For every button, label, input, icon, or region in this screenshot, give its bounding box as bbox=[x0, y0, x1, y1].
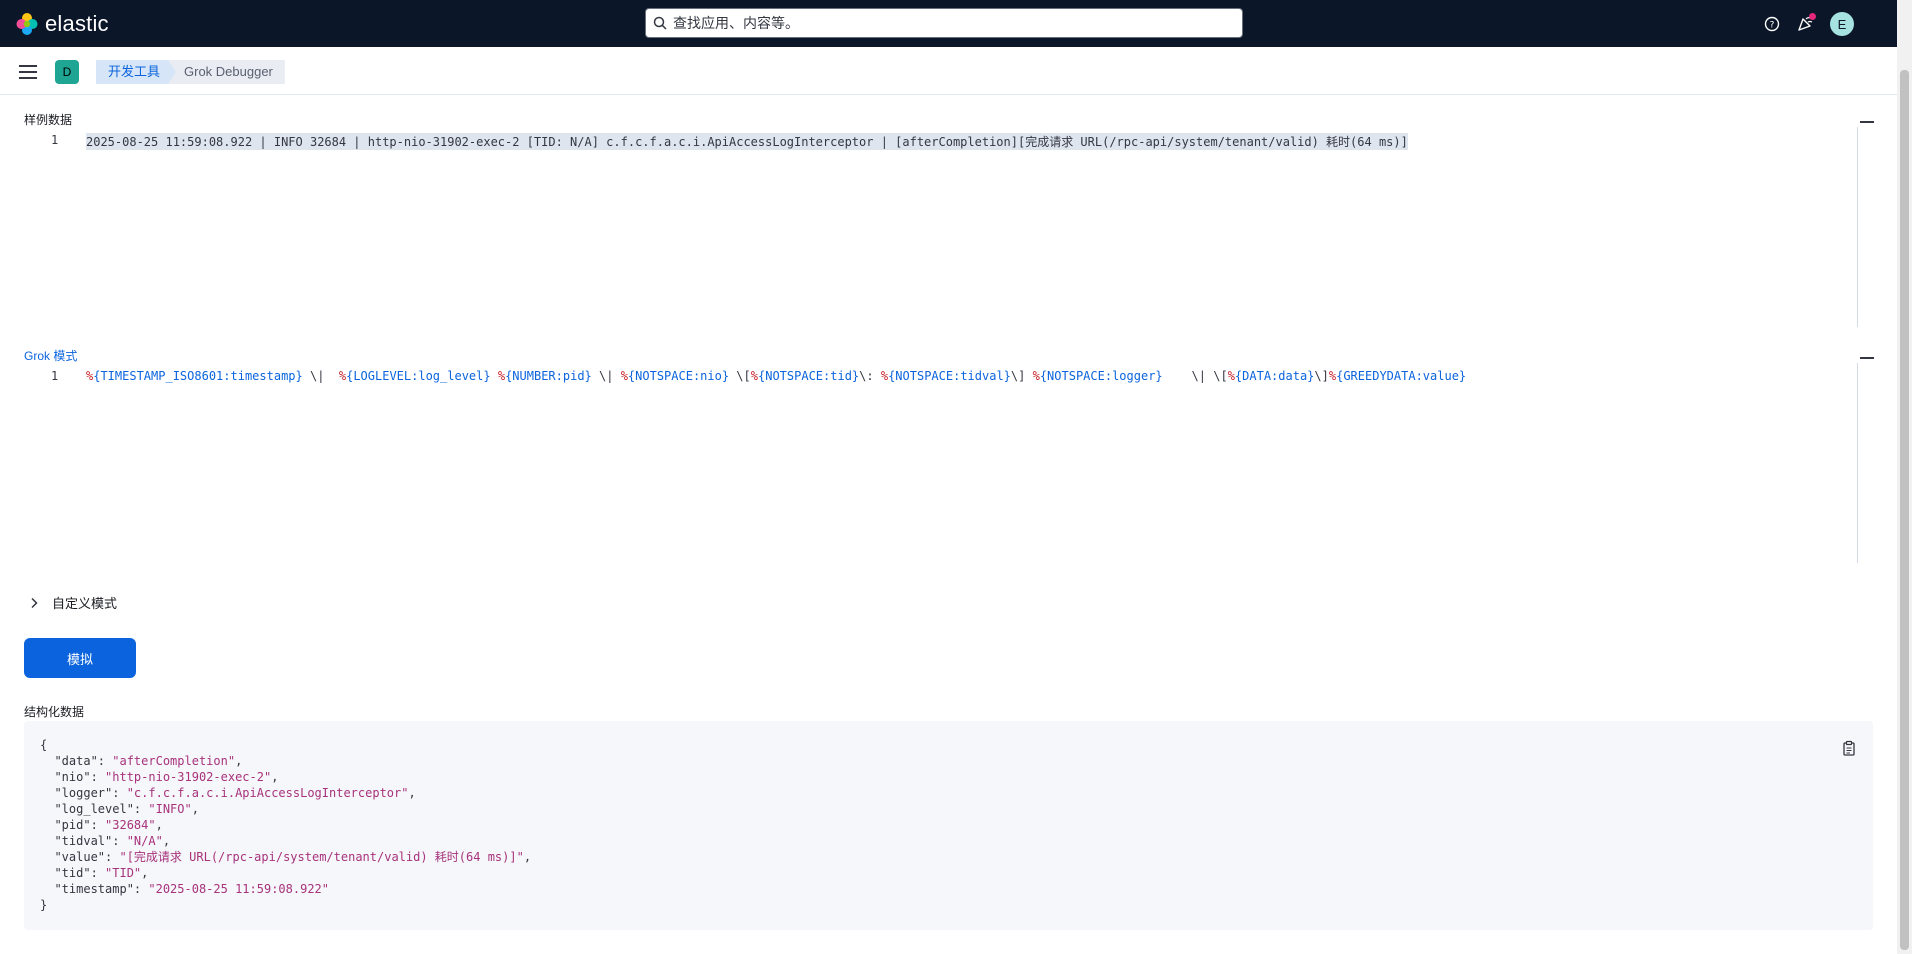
sample-data-editor[interactable]: 1 2025-08-25 11:59:08.922 | INFO 32684 |… bbox=[24, 121, 1874, 328]
elastic-logo[interactable]: elastic bbox=[15, 11, 109, 37]
json-field-tid: "tid": "TID", bbox=[40, 866, 149, 880]
structured-data-output: { "data": "afterCompletion", "nio": "htt… bbox=[24, 721, 1873, 930]
editor-marker bbox=[1860, 121, 1874, 123]
line-number: 1 bbox=[51, 133, 59, 147]
scrollbar-thumb[interactable] bbox=[1900, 70, 1909, 950]
json-output: { "data": "afterCompletion", "nio": "htt… bbox=[40, 738, 532, 912]
line-number: 1 bbox=[51, 369, 59, 383]
copy-icon[interactable] bbox=[1841, 740, 1857, 756]
logo-text: elastic bbox=[45, 11, 109, 36]
json-field-pid: "pid": "32684", bbox=[40, 818, 163, 832]
chevron-right-icon bbox=[31, 597, 38, 608]
elastic-logo-icon bbox=[16, 13, 38, 35]
sub-header: D 开发工具 Grok Debugger bbox=[0, 47, 1897, 95]
json-field-timestamp: "timestamp": "2025-08-25 11:59:08.922" bbox=[40, 882, 329, 896]
json-field-data: "data": "afterCompletion", bbox=[40, 754, 243, 768]
newsfeed-button[interactable] bbox=[1796, 13, 1816, 33]
user-avatar[interactable]: E bbox=[1830, 12, 1854, 36]
json-field-tidval: "tidval": "N/A", bbox=[40, 834, 171, 848]
sample-data-label: 样例数据 bbox=[24, 113, 73, 127]
space-avatar[interactable]: D bbox=[55, 60, 79, 84]
search-icon bbox=[653, 16, 667, 30]
custom-patterns-label: 自定义模式 bbox=[52, 596, 118, 611]
json-field-log_level: "log_level": "INFO", bbox=[40, 802, 199, 816]
header-actions: ? E bbox=[1764, 12, 1854, 36]
custom-patterns-toggle[interactable]: 自定义模式 bbox=[28, 593, 117, 612]
simulate-button[interactable]: 模拟 bbox=[24, 638, 136, 678]
search-input[interactable] bbox=[671, 14, 1235, 32]
breadcrumb-dev-tools[interactable]: 开发工具 bbox=[96, 60, 178, 84]
sample-data-line[interactable]: 2025-08-25 11:59:08.922 | INFO 32684 | h… bbox=[86, 133, 1408, 150]
help-icon[interactable]: ? bbox=[1764, 16, 1780, 32]
grok-pattern-label: Grok 模式 bbox=[24, 349, 78, 363]
json-field-value: "value": "[完成请求 URL(/rpc-api/system/tena… bbox=[40, 850, 532, 864]
page-scrollbar[interactable] bbox=[1897, 0, 1912, 954]
svg-text:?: ? bbox=[1770, 21, 1775, 31]
grok-pattern-line[interactable]: %{TIMESTAMP_ISO8601:timestamp} \| %{LOGL… bbox=[86, 369, 1466, 383]
json-field-nio: "nio": "http-nio-31902-exec-2", bbox=[40, 770, 279, 784]
notification-dot bbox=[1809, 13, 1816, 20]
structured-data-label: 结构化数据 bbox=[24, 705, 85, 719]
editor-rule bbox=[1857, 363, 1858, 563]
editor-rule bbox=[1857, 127, 1858, 327]
json-field-logger: "logger": "c.f.c.f.a.c.i.ApiAccessLogInt… bbox=[40, 786, 416, 800]
breadcrumb-grok-debugger: Grok Debugger bbox=[168, 60, 285, 84]
editor-marker bbox=[1860, 357, 1874, 359]
global-search[interactable] bbox=[645, 8, 1243, 38]
menu-icon[interactable] bbox=[19, 65, 37, 83]
top-header: elastic ? E bbox=[0, 0, 1897, 47]
grok-pattern-editor[interactable]: 1 %{TIMESTAMP_ISO8601:timestamp} \| %{LO… bbox=[24, 357, 1874, 564]
